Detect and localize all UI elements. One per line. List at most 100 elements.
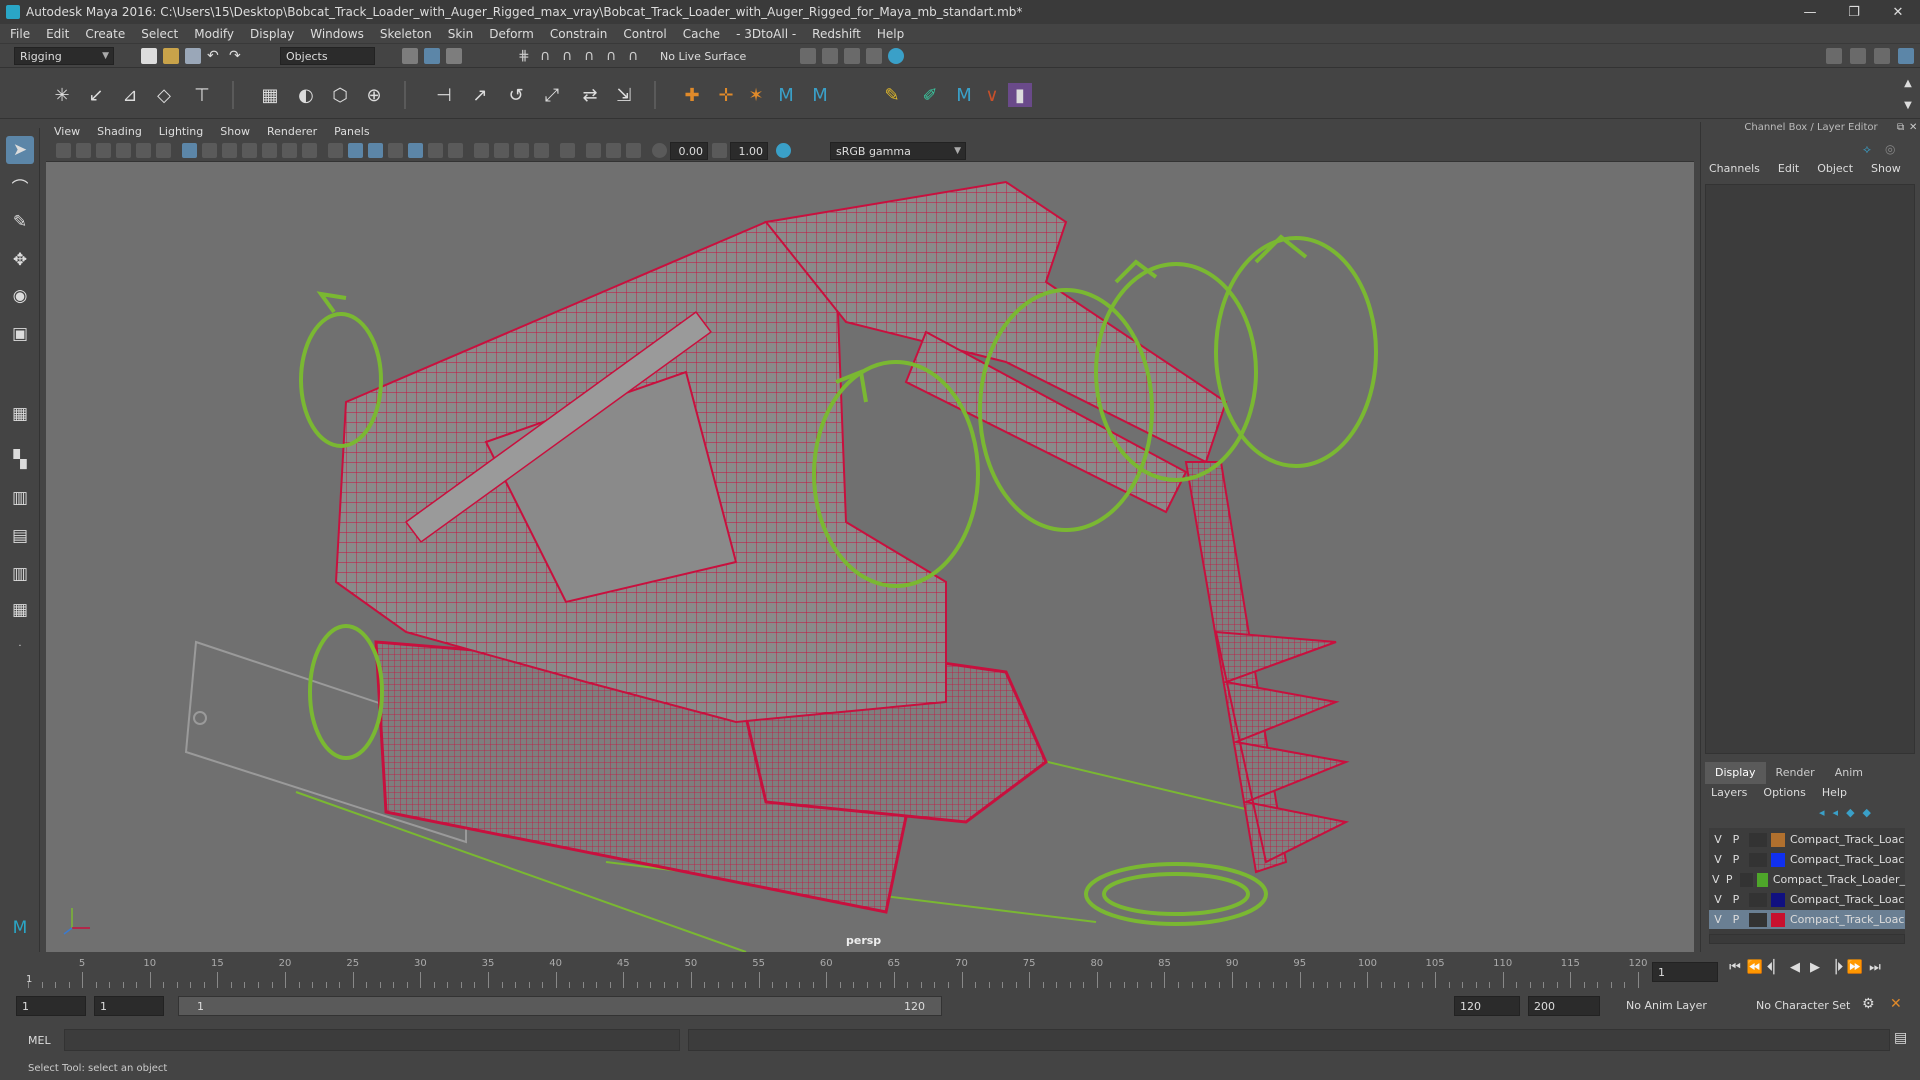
cb-menu-edit[interactable]: Edit — [1778, 162, 1799, 175]
step-back-frame-icon[interactable]: ⏴▏ — [1765, 960, 1785, 975]
new-scene-icon[interactable] — [141, 48, 157, 64]
image-plane-icon[interactable] — [116, 143, 131, 158]
select-object-icon[interactable] — [424, 48, 440, 64]
layer-type[interactable] — [1739, 872, 1754, 887]
ipr-render-icon[interactable] — [844, 48, 860, 64]
layer-visibility[interactable]: V — [1709, 893, 1727, 906]
snap-plane-icon[interactable]: ∩ — [628, 48, 644, 64]
mel-label[interactable]: MEL — [28, 1034, 51, 1047]
layer-color-swatch[interactable] — [1771, 912, 1785, 927]
lasso-tool-icon[interactable]: ⌒ — [6, 172, 34, 200]
character-set-label[interactable]: No Character Set — [1756, 999, 1850, 1012]
orient-constraint-icon[interactable]: ↺ — [504, 83, 528, 107]
smooth-shade-icon[interactable] — [348, 143, 363, 158]
snap-point-icon[interactable]: ∩ — [562, 48, 578, 64]
animation-end-field[interactable]: 200 — [1528, 996, 1600, 1016]
step-back-key-icon[interactable]: ⏪ — [1745, 960, 1765, 975]
animation-start-field[interactable]: 1 — [16, 996, 86, 1016]
safe-action-icon[interactable] — [282, 143, 297, 158]
layer-playback[interactable]: P — [1722, 873, 1735, 886]
render-current-icon[interactable] — [822, 48, 838, 64]
menuset-dropdown[interactable]: Rigging ▼ — [14, 47, 114, 65]
attribute-editor-toggle-icon[interactable]: ◎ — [1885, 142, 1895, 156]
menu-display[interactable]: Display — [250, 27, 294, 41]
two-view-icon[interactable]: ▥ — [6, 484, 34, 512]
menu-edit[interactable]: Edit — [46, 27, 69, 41]
ik-spline-icon[interactable]: ⊿ — [118, 83, 142, 107]
depth-of-field-icon[interactable] — [534, 143, 549, 158]
menu-cache[interactable]: Cache — [683, 27, 720, 41]
star-locator-icon[interactable]: ✶ — [744, 83, 768, 107]
graph-layout-icon[interactable]: ▥ — [6, 560, 34, 588]
shelf-scroll-up-icon[interactable]: ▲ — [1896, 71, 1920, 95]
snap-view-icon[interactable]: ∩ — [584, 48, 600, 64]
point-constraint-icon[interactable]: ⊣ — [432, 83, 456, 107]
paint-select-icon[interactable]: ✎ — [6, 208, 34, 236]
pole-vector-icon[interactable]: ⇲ — [612, 83, 636, 107]
film-gate-icon[interactable] — [202, 143, 217, 158]
exposure-icon[interactable] — [652, 143, 667, 158]
go-to-end-icon[interactable]: ⏭ — [1865, 960, 1885, 975]
gamma-field[interactable]: 1.00 — [730, 142, 768, 160]
layer-row[interactable]: V P Compact_Track_Loader_ — [1709, 870, 1905, 889]
layer-horizontal-scrollbar[interactable] — [1709, 934, 1905, 944]
layer-type[interactable] — [1749, 892, 1767, 907]
current-frame-field[interactable]: 1 — [1652, 962, 1718, 982]
scale-constraint-icon[interactable]: ⤢ — [540, 83, 564, 107]
menu-redshift[interactable]: Redshift — [812, 27, 861, 41]
menu-skin[interactable]: Skin — [448, 27, 474, 41]
selection-mode-dropdown[interactable]: Objects — [280, 47, 375, 65]
more-layouts-icon[interactable]: · — [6, 632, 34, 660]
snap-surface-icon[interactable]: ∩ — [606, 48, 622, 64]
wireframe-icon[interactable] — [328, 143, 343, 158]
channel-box-icon[interactable] — [1898, 48, 1914, 64]
render-view-icon[interactable] — [800, 48, 816, 64]
menu-file[interactable]: File — [10, 27, 30, 41]
outliner-layout-icon[interactable]: ▤ — [6, 522, 34, 550]
mirror-joint-icon[interactable]: ⊤ — [190, 83, 214, 107]
color-management-icon[interactable] — [776, 143, 791, 158]
tool-settings-icon[interactable] — [1874, 48, 1890, 64]
stats-icon[interactable]: ▮ — [1008, 83, 1032, 107]
xray-active-icon[interactable] — [606, 143, 621, 158]
field-chart-icon[interactable] — [262, 143, 277, 158]
camera-attributes-icon[interactable] — [76, 143, 91, 158]
channel-box-area[interactable] — [1705, 184, 1915, 754]
motion-blur-icon[interactable] — [494, 143, 509, 158]
redo-icon[interactable]: ↷ — [229, 48, 245, 64]
layer-row[interactable]: V P Compact_Track_Loac — [1709, 850, 1905, 869]
layer-visibility[interactable]: V — [1709, 833, 1727, 846]
shelf-scroll-down-icon[interactable]: ▼ — [1896, 93, 1920, 117]
viewport[interactable]: persp — [46, 162, 1694, 952]
wireframe-on-shaded-icon[interactable] — [368, 143, 383, 158]
exposure-field[interactable]: 0.00 — [670, 142, 708, 160]
save-scene-icon[interactable] — [185, 48, 201, 64]
new-empty-layer-icon[interactable]: ◆ — [1846, 806, 1854, 819]
step-forward-key-icon[interactable]: ⏩ — [1845, 960, 1865, 975]
parent-constraint-icon[interactable]: ⇄ — [578, 83, 602, 107]
2d-pan-icon[interactable] — [136, 143, 151, 158]
tab-render[interactable]: Render — [1766, 762, 1825, 784]
four-view-icon[interactable]: ▚ — [6, 446, 34, 474]
gamma-icon[interactable] — [712, 143, 727, 158]
xray-icon[interactable] — [408, 143, 423, 158]
play-forward-icon[interactable]: ▶ — [1805, 960, 1825, 975]
menu-select[interactable]: Select — [141, 27, 178, 41]
lattice-icon[interactable]: ⬡ — [328, 83, 352, 107]
camera-select-icon[interactable] — [56, 143, 71, 158]
range-slider[interactable]: 1 120 — [178, 996, 942, 1016]
layer-menu-options[interactable]: Options — [1763, 786, 1805, 799]
isolate-select-icon[interactable] — [560, 143, 575, 158]
modeling-toolkit-icon[interactable] — [1826, 48, 1842, 64]
panel-menu-renderer[interactable]: Renderer — [267, 125, 317, 138]
hypershade-icon[interactable] — [888, 48, 904, 64]
paint-weights-icon[interactable]: ◐ — [294, 83, 318, 107]
panel-float-icon[interactable]: ⧉ — [1897, 122, 1904, 133]
move-tool-icon[interactable]: ✥ — [6, 246, 34, 274]
minimize-button[interactable]: — — [1788, 0, 1832, 24]
playback-start-field[interactable]: 1 — [94, 996, 164, 1016]
channel-box-toggle-icon[interactable]: ⟡ — [1863, 142, 1871, 157]
menu-control[interactable]: Control — [623, 27, 666, 41]
brush-tool-icon[interactable]: ✎ — [880, 83, 904, 107]
layer-row[interactable]: V P Compact_Track_Loac — [1709, 890, 1905, 909]
